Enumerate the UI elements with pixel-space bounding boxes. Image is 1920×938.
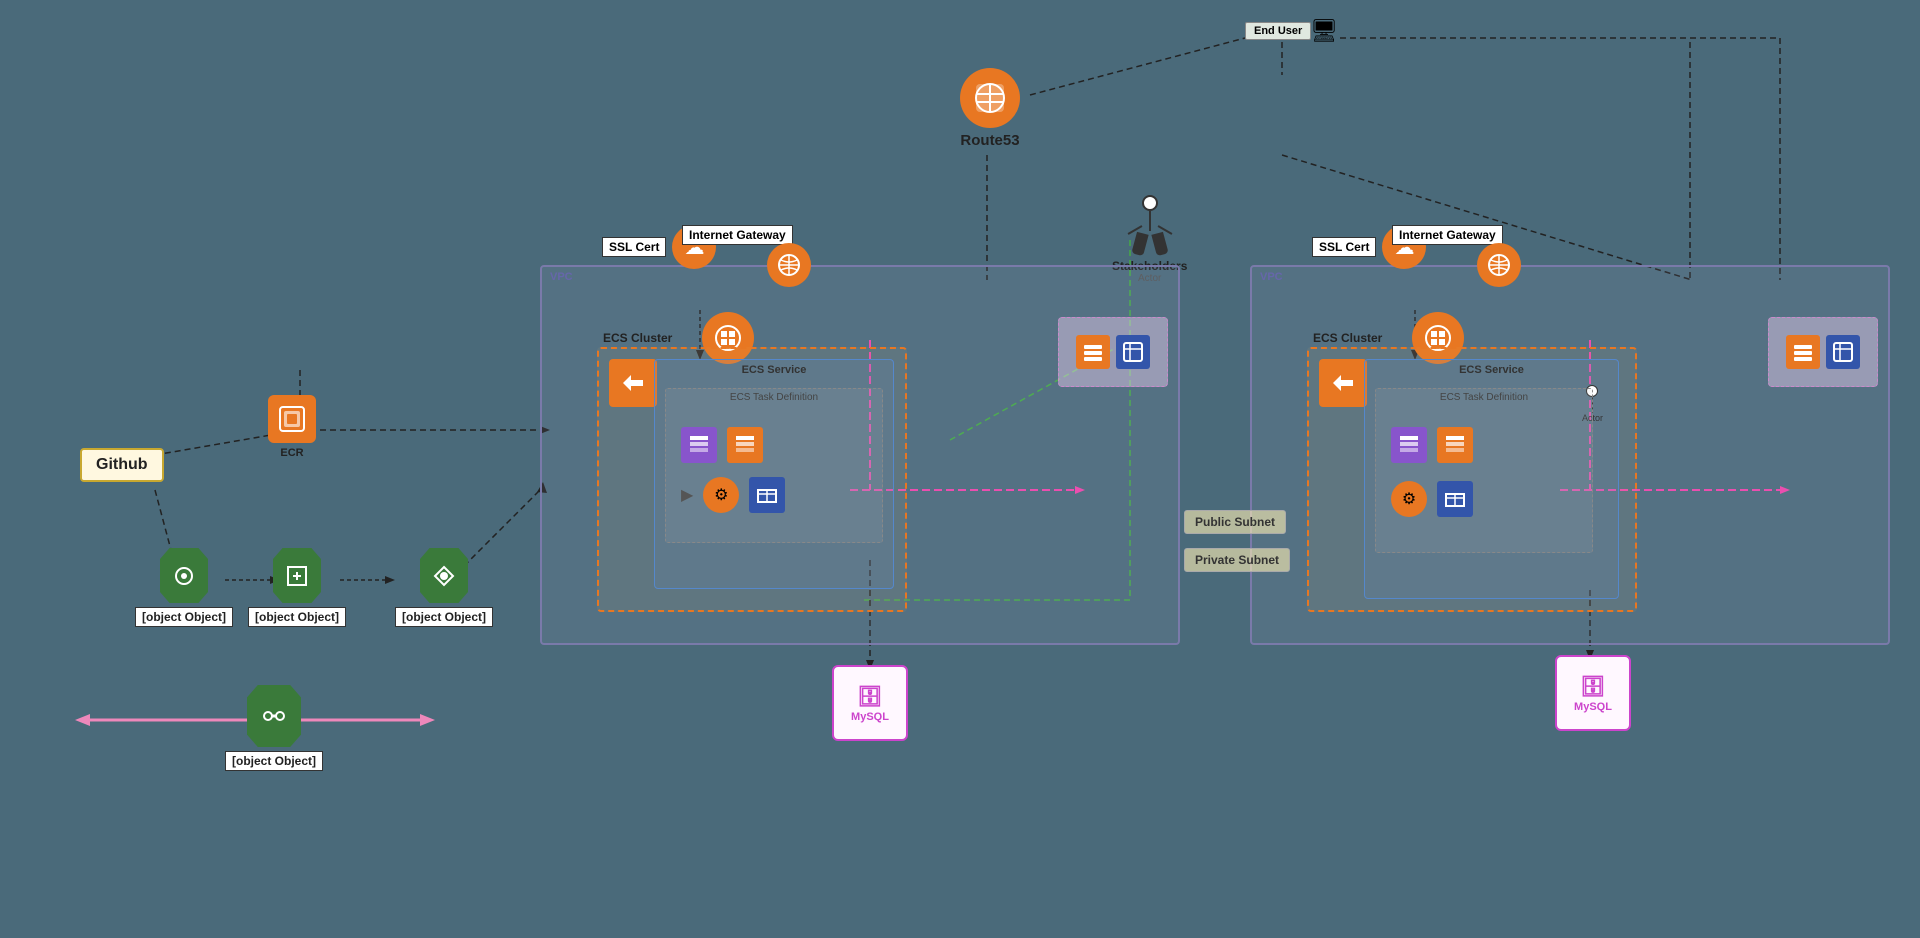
task2-icon1 bbox=[1391, 427, 1427, 463]
code-deploy-label: [object Object] bbox=[395, 607, 493, 627]
ecs-task1-box: ECS Task Definition bbox=[665, 388, 883, 543]
task-icon-container bbox=[749, 477, 785, 513]
private-subnet-label: Private Subnet bbox=[1184, 548, 1290, 572]
ecs-cluster1-box: ECS Cluster ECS Service ECS Task Definit… bbox=[597, 347, 907, 612]
code-build-icon: [object Object] bbox=[248, 548, 346, 627]
vpc2-label: VPC bbox=[1260, 271, 1283, 283]
mysql1-label: MySQL bbox=[851, 711, 889, 723]
ecs-service1-label: ECS Service bbox=[742, 364, 807, 376]
end-user-box: End User bbox=[1245, 22, 1311, 40]
mysql2-icon: 🗄 bbox=[1580, 674, 1605, 699]
ecr-icon: ECR bbox=[268, 395, 316, 459]
route53-label: Route53 bbox=[960, 132, 1019, 149]
mysql2-label: MySQL bbox=[1574, 701, 1612, 713]
ecs-cluster2-box: ECS Cluster ECS Service Actor ECS Tas bbox=[1307, 347, 1637, 612]
ecs2-icon bbox=[1319, 359, 1367, 407]
internet-gw1-icon bbox=[767, 243, 811, 287]
code-build-img bbox=[273, 548, 321, 603]
monitor-icon: 🖥 bbox=[1310, 18, 1338, 44]
ecr-icon-img bbox=[268, 395, 316, 443]
internet-gw2-label: Internet Gateway bbox=[1392, 225, 1503, 245]
end-user-label: End User bbox=[1254, 25, 1302, 37]
vpc1-box: VPC SSL Cert ☁ Internet Gateway bbox=[540, 265, 1180, 645]
lb1-icon2 bbox=[1116, 335, 1150, 369]
lb2-icon1 bbox=[1786, 335, 1820, 369]
task-icon2 bbox=[727, 427, 763, 463]
ecs-service2-label: ECS Service bbox=[1459, 364, 1524, 376]
ecs-service2-box: ECS Service Actor ECS Task Definition bbox=[1364, 359, 1619, 599]
ssl-cert2-label: SSL Cert bbox=[1312, 237, 1376, 257]
lb1-icon1 bbox=[1076, 335, 1110, 369]
ecs-cluster1-label: ECS Cluster bbox=[603, 331, 672, 345]
code-commit-img bbox=[160, 548, 208, 603]
task-icon-arrow: ▶ bbox=[681, 485, 693, 505]
task2-icon2 bbox=[1437, 427, 1473, 463]
ssl-cert1-label: SSL Cert bbox=[602, 237, 666, 257]
vpc2-box: VPC SSL Cert ☁ Internet Gateway bbox=[1250, 265, 1890, 645]
public-subnet-label: Public Subnet bbox=[1184, 510, 1286, 534]
lb1-box bbox=[1058, 317, 1168, 387]
task-icon1 bbox=[681, 427, 717, 463]
internet-gw1-label: Internet Gateway bbox=[682, 225, 793, 245]
github-box: Github bbox=[80, 448, 164, 482]
ecs1-icon bbox=[609, 359, 657, 407]
mysql2-box: 🗄 MySQL bbox=[1555, 655, 1631, 731]
ecs-task2-label: ECS Task Definition bbox=[1440, 392, 1528, 403]
lb2-box bbox=[1768, 317, 1878, 387]
vpc1-label: VPC bbox=[550, 271, 573, 283]
mysql1-icon: 🗄 bbox=[857, 684, 882, 709]
code-build-label: [object Object] bbox=[248, 607, 346, 627]
task2-icon-container bbox=[1437, 481, 1473, 517]
ecs-cluster2-label: ECS Cluster bbox=[1313, 331, 1382, 345]
route53-icon: Route53 bbox=[960, 68, 1020, 149]
code-pipeline-label: [object Object] bbox=[225, 751, 323, 771]
code-deploy-img bbox=[420, 548, 468, 603]
code-pipeline-img bbox=[247, 685, 301, 747]
ecs-task1-label: ECS Task Definition bbox=[730, 392, 818, 403]
ecs-service1-box: ECS Service ECS Task Definition bbox=[654, 359, 894, 589]
task-icon-gear: ⚙ bbox=[703, 477, 739, 513]
mysql1-box: 🗄 MySQL bbox=[832, 665, 908, 741]
diagram-container: End User 🖥 Route53 Stakeholders Act bbox=[0, 0, 1920, 938]
ecr-label: ECR bbox=[280, 447, 303, 459]
code-pipeline-icon: [object Object] bbox=[225, 685, 323, 771]
lb2-icon2 bbox=[1826, 335, 1860, 369]
code-commit-icon: [object Object] bbox=[135, 548, 233, 627]
code-deploy-icon: [object Object] bbox=[395, 548, 493, 627]
task2-icon-gear: ⚙ bbox=[1391, 481, 1427, 517]
ecs-task2-box: ECS Task Definition bbox=[1375, 388, 1593, 553]
internet-gw2-icon bbox=[1477, 243, 1521, 287]
code-commit-label: [object Object] bbox=[135, 607, 233, 627]
github-label: Github bbox=[96, 456, 148, 473]
